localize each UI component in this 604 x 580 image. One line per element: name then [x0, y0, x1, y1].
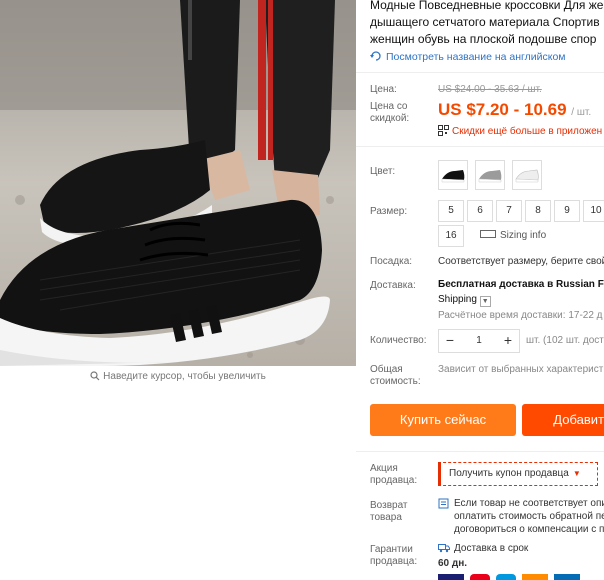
- product-title-line: дышащего сетчатого материала Спортив: [370, 15, 600, 29]
- delivery-estimate: Расчётное время доставки: 17-22 д: [438, 310, 603, 321]
- truck-icon: [438, 544, 450, 553]
- size-option[interactable]: 6: [467, 200, 493, 222]
- app-discount-text: Скидки ещё больше в приложен: [452, 126, 603, 137]
- product-title-line: женщин обувь на плоской подошве спор: [370, 32, 597, 46]
- color-swatch-white[interactable]: [512, 160, 542, 190]
- translate-title-link[interactable]: Посмотреть название на английском: [370, 50, 566, 63]
- total-value: Зависит от выбранных характерист: [438, 364, 604, 375]
- qr-code-icon: [438, 125, 449, 136]
- product-details: Модные Повседневные кроссовки Для же дыш…: [356, 0, 604, 580]
- divider: [356, 451, 604, 452]
- shield-icon: [438, 498, 449, 509]
- divider: [356, 72, 604, 73]
- total-label: Общая стоимость:: [370, 364, 421, 387]
- payment-icons: [438, 574, 604, 580]
- guarantee-info: Доставка в срок 60 дн.: [438, 542, 528, 570]
- returns-label: Возврат товара: [370, 500, 408, 523]
- product-title-line: Модные Повседневные кроссовки Для же: [370, 0, 604, 12]
- size-option[interactable]: 9: [554, 200, 580, 222]
- original-price: US $24.00 - 35.63 / шт.: [438, 84, 542, 95]
- price-unit: / шт.: [571, 107, 592, 118]
- returns-info: Если товар не соответствует опи оплатить…: [438, 497, 604, 536]
- sizing-info-text: Sizing info: [500, 230, 547, 241]
- sneaker-photo: [0, 0, 356, 366]
- visa-icon: [438, 574, 464, 580]
- delivery-method[interactable]: Shipping ▼: [438, 294, 491, 307]
- discount-price-label: Цена со скидкой:: [370, 101, 410, 124]
- quantity-available: шт. (102 шт. дост: [526, 335, 604, 346]
- product-title: Модные Повседневные кроссовки Для же дыш…: [370, 0, 604, 48]
- divider: [356, 146, 604, 147]
- size-option[interactable]: 10: [583, 200, 604, 222]
- discount-price-value: US $7.20 - 10.69: [438, 100, 567, 119]
- buy-now-button[interactable]: Купить сейчас: [370, 404, 516, 436]
- get-coupon-text: Получить купон продавца: [449, 468, 569, 479]
- delivery-label: Доставка:: [370, 280, 416, 291]
- sneaker-thumbnail: [515, 169, 539, 183]
- product-gallery: Наведите курсор, чтобы увеличить: [0, 0, 356, 580]
- size-option[interactable]: 8: [525, 200, 551, 222]
- fit-label: Посадка:: [370, 256, 413, 267]
- translate-title-text: Посмотреть название на английском: [386, 51, 566, 63]
- app-discount-link[interactable]: Скидки ещё больше в приложен: [438, 125, 602, 137]
- sizing-info-link[interactable]: Sizing info: [480, 230, 546, 241]
- chevron-down-icon: ▼: [572, 469, 581, 478]
- add-to-cart-button[interactable]: Добавить: [522, 404, 604, 436]
- quantity-label: Количество:: [370, 335, 427, 346]
- returns-line: Если товар не соответствует опи: [454, 498, 604, 509]
- quantity-increase-button[interactable]: +: [497, 330, 519, 352]
- magnifier-icon: [90, 371, 100, 381]
- translate-icon: [370, 51, 381, 61]
- price-label: Цена:: [370, 84, 397, 95]
- zoom-hint-text: Наведите курсор, чтобы увеличить: [103, 371, 266, 382]
- mastercard-icon: [470, 574, 490, 580]
- discount-price: US $7.20 - 10.69 / шт.: [438, 100, 591, 120]
- chevron-down-icon: ▼: [479, 296, 491, 307]
- size-option[interactable]: 16: [438, 225, 464, 247]
- returns-line: договориться о компенсации с п: [454, 524, 604, 535]
- maestro-icon: [496, 574, 516, 580]
- sneaker-thumbnail: [441, 170, 465, 183]
- returns-line: оплатить стоимость обратной пе: [454, 511, 604, 522]
- size-option[interactable]: 7: [496, 200, 522, 222]
- fit-value: Соответствует размеру, берите свой: [438, 256, 604, 267]
- quantity-input[interactable]: 1: [461, 330, 497, 352]
- delivery-method-text: Shipping: [438, 294, 477, 305]
- color-swatch-grey[interactable]: [475, 160, 505, 190]
- color-swatch-black[interactable]: [438, 160, 468, 190]
- guarantee-line: Доставка в срок: [454, 543, 529, 554]
- zoom-hint: Наведите курсор, чтобы увеличить: [0, 371, 356, 382]
- sneaker-thumbnail: [478, 170, 502, 183]
- get-coupon-button[interactable]: Получить купон продавца ▼: [438, 462, 598, 486]
- quantity-decrease-button[interactable]: −: [439, 330, 461, 352]
- color-label: Цвет:: [370, 166, 396, 177]
- guarantee-label: Гарантии продавца:: [370, 544, 418, 567]
- quantity-stepper: − 1 +: [438, 329, 520, 353]
- webmoney-icon: [554, 574, 580, 580]
- size-label: Размер:: [370, 206, 408, 217]
- product-main-image[interactable]: [0, 0, 356, 366]
- delivery-value: Бесплатная доставка в Russian Fe: [438, 279, 604, 290]
- seller-promo-label: Акция продавца:: [370, 463, 418, 486]
- size-option[interactable]: 5: [438, 200, 464, 222]
- guarantee-days: 60 дн.: [438, 558, 468, 569]
- ruler-icon: [480, 230, 496, 238]
- qiwi-icon: [522, 574, 548, 580]
